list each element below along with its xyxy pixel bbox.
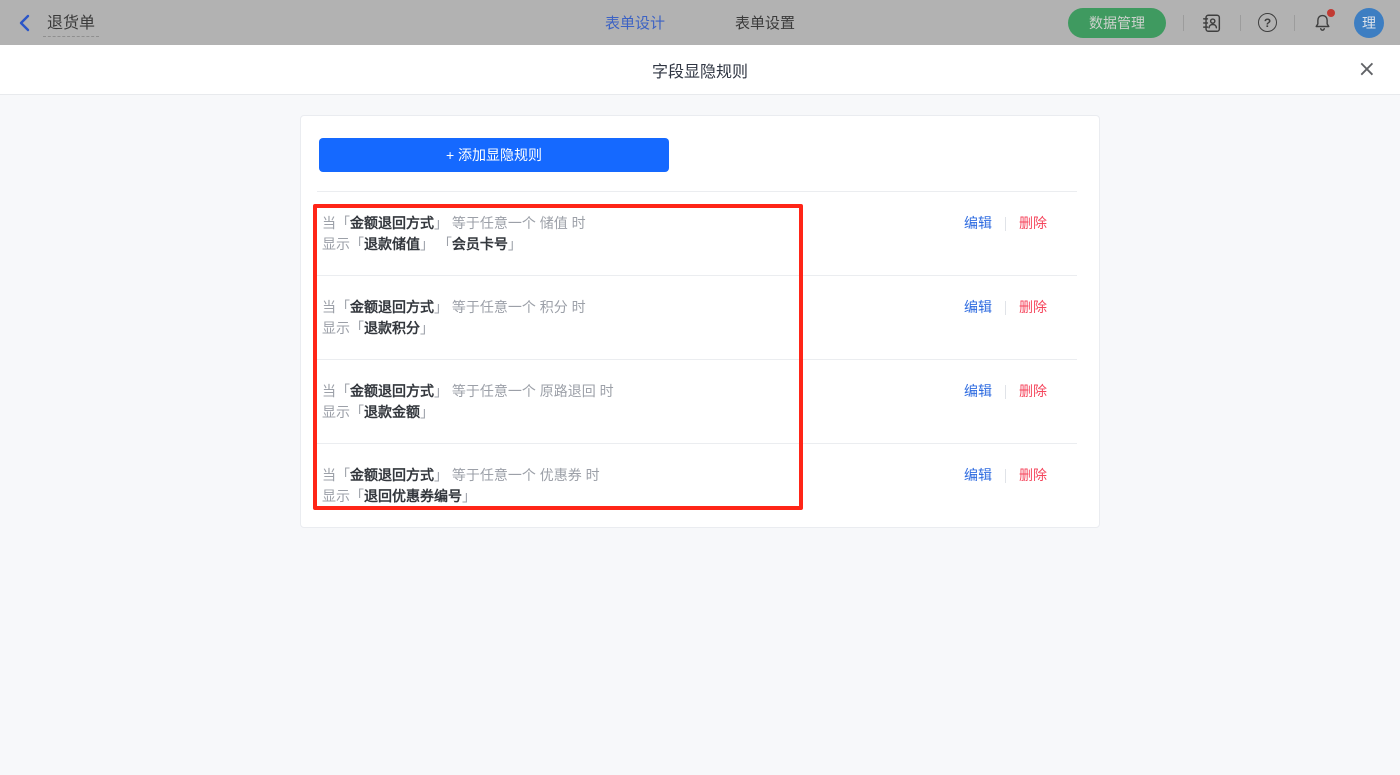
show-field: 退款储值 bbox=[364, 236, 420, 252]
rule-condition-line: 当「金额退回方式」 等于任意一个 积分 时 bbox=[322, 297, 586, 318]
condition-prefix: 当「 bbox=[322, 383, 350, 399]
add-rule-section: + 添加显隐规则 bbox=[317, 116, 1077, 192]
condition-prefix: 当「 bbox=[322, 215, 350, 231]
condition-prefix: 当「 bbox=[322, 299, 350, 315]
topbar-left: 退货单 bbox=[16, 9, 100, 37]
action-divider bbox=[1005, 300, 1006, 315]
condition-field: 金额退回方式 bbox=[350, 467, 434, 483]
topbar-right: 数据管理 ? 理 bbox=[1068, 7, 1384, 38]
show-prefix: 显示「 bbox=[322, 236, 364, 252]
topbar-divider bbox=[1294, 14, 1295, 31]
show-prefix: 显示「 bbox=[322, 488, 364, 504]
action-divider bbox=[1005, 468, 1006, 483]
show-prefix: 显示「 bbox=[322, 320, 364, 336]
show-separator: 」 「 bbox=[420, 236, 452, 252]
topbar-divider bbox=[1240, 14, 1241, 31]
contacts-icon[interactable] bbox=[1201, 12, 1223, 34]
condition-clause: 」 等于任意一个 原路退回 时 bbox=[434, 383, 614, 399]
show-field: 退款金额 bbox=[364, 404, 420, 420]
bell-icon[interactable] bbox=[1312, 8, 1335, 34]
app-title[interactable]: 退货单 bbox=[43, 9, 100, 37]
edit-button[interactable]: 编辑 bbox=[964, 465, 992, 486]
rule-row: 当「金额退回方式」 等于任意一个 储值 时 显示「退款储值」 「会员卡号」 编辑… bbox=[317, 192, 1077, 276]
rule-row: 当「金额退回方式」 等于任意一个 积分 时 显示「退款积分」 编辑 删除 bbox=[317, 276, 1077, 360]
rule-row: 当「金额退回方式」 等于任意一个 原路退回 时 显示「退款金额」 编辑 删除 bbox=[317, 360, 1077, 444]
condition-field: 金额退回方式 bbox=[350, 383, 434, 399]
action-divider bbox=[1005, 384, 1006, 399]
rule-show-line: 显示「退款金额」 bbox=[322, 402, 614, 423]
show-suffix: 」 bbox=[507, 236, 522, 252]
rule-text: 当「金额退回方式」 等于任意一个 储值 时 显示「退款储值」 「会员卡号」 bbox=[322, 213, 586, 255]
show-suffix: 」 bbox=[420, 320, 434, 336]
condition-field: 金额退回方式 bbox=[350, 215, 434, 231]
condition-clause: 」 等于任意一个 积分 时 bbox=[434, 299, 586, 315]
modal-title: 字段显隐规则 bbox=[651, 63, 748, 81]
topbar: 退货单 表单设计 表单设置 数据管理 ? 理 bbox=[0, 0, 1400, 45]
condition-field: 金额退回方式 bbox=[350, 299, 434, 315]
edit-button[interactable]: 编辑 bbox=[964, 213, 992, 234]
edit-button[interactable]: 编辑 bbox=[964, 297, 992, 318]
condition-clause: 」 等于任意一个 储值 时 bbox=[434, 215, 586, 231]
rule-condition-line: 当「金额退回方式」 等于任意一个 储值 时 bbox=[322, 213, 586, 234]
rule-show-line: 显示「退款积分」 bbox=[322, 318, 586, 339]
help-glyph: ? bbox=[1258, 13, 1277, 32]
back-button[interactable] bbox=[16, 14, 33, 32]
delete-button[interactable]: 删除 bbox=[1019, 213, 1047, 234]
delete-button[interactable]: 删除 bbox=[1019, 465, 1047, 486]
action-divider bbox=[1005, 216, 1006, 231]
topbar-divider bbox=[1183, 14, 1184, 31]
tab-form-design[interactable]: 表单设计 bbox=[605, 12, 665, 33]
chevron-left-icon bbox=[19, 14, 30, 31]
show-field: 退款积分 bbox=[364, 320, 420, 336]
show-suffix: 」 bbox=[462, 488, 476, 504]
rule-text: 当「金额退回方式」 等于任意一个 积分 时 显示「退款积分」 bbox=[322, 297, 586, 339]
show-suffix: 」 bbox=[420, 404, 434, 420]
show-field: 退回优惠券编号 bbox=[364, 488, 462, 504]
rules-card: + 添加显隐规则 当「金额退回方式」 等于任意一个 储值 时 显示「退款储值」 … bbox=[300, 115, 1100, 528]
close-icon[interactable]: × bbox=[1358, 58, 1376, 81]
rule-actions: 编辑 删除 bbox=[964, 381, 1047, 402]
avatar[interactable]: 理 bbox=[1354, 7, 1384, 38]
rule-text: 当「金额退回方式」 等于任意一个 原路退回 时 显示「退款金额」 bbox=[322, 381, 614, 423]
rule-row: 当「金额退回方式」 等于任意一个 优惠券 时 显示「退回优惠券编号」 编辑 删除 bbox=[317, 444, 1077, 527]
topbar-tabs: 表单设计 表单设置 bbox=[605, 0, 795, 45]
rule-text: 当「金额退回方式」 等于任意一个 优惠券 时 显示「退回优惠券编号」 bbox=[322, 465, 600, 507]
rule-actions: 编辑 删除 bbox=[964, 465, 1047, 486]
delete-button[interactable]: 删除 bbox=[1019, 381, 1047, 402]
rule-condition-line: 当「金额退回方式」 等于任意一个 优惠券 时 bbox=[322, 465, 600, 486]
modal-header: 字段显隐规则 × bbox=[0, 45, 1400, 95]
rule-actions: 编辑 删除 bbox=[964, 297, 1047, 318]
condition-prefix: 当「 bbox=[322, 467, 350, 483]
condition-clause: 」 等于任意一个 优惠券 时 bbox=[434, 467, 600, 483]
show-field: 会员卡号 bbox=[451, 236, 508, 252]
rule-actions: 编辑 删除 bbox=[964, 213, 1047, 234]
rule-show-line: 显示「退款储值」 「会员卡号」 bbox=[322, 234, 586, 255]
show-prefix: 显示「 bbox=[322, 404, 364, 420]
tab-form-settings[interactable]: 表单设置 bbox=[735, 12, 795, 33]
delete-button[interactable]: 删除 bbox=[1019, 297, 1047, 318]
add-rule-button[interactable]: + 添加显隐规则 bbox=[319, 138, 669, 172]
modal-body: + 添加显隐规则 当「金额退回方式」 等于任意一个 储值 时 显示「退款储值」 … bbox=[0, 115, 1400, 775]
rule-show-line: 显示「退回优惠券编号」 bbox=[322, 486, 600, 507]
notification-badge-dot bbox=[1327, 8, 1335, 17]
rule-condition-line: 当「金额退回方式」 等于任意一个 原路退回 时 bbox=[322, 381, 614, 402]
help-icon[interactable]: ? bbox=[1258, 13, 1277, 32]
data-manage-button[interactable]: 数据管理 bbox=[1068, 7, 1166, 38]
edit-button[interactable]: 编辑 bbox=[964, 381, 992, 402]
